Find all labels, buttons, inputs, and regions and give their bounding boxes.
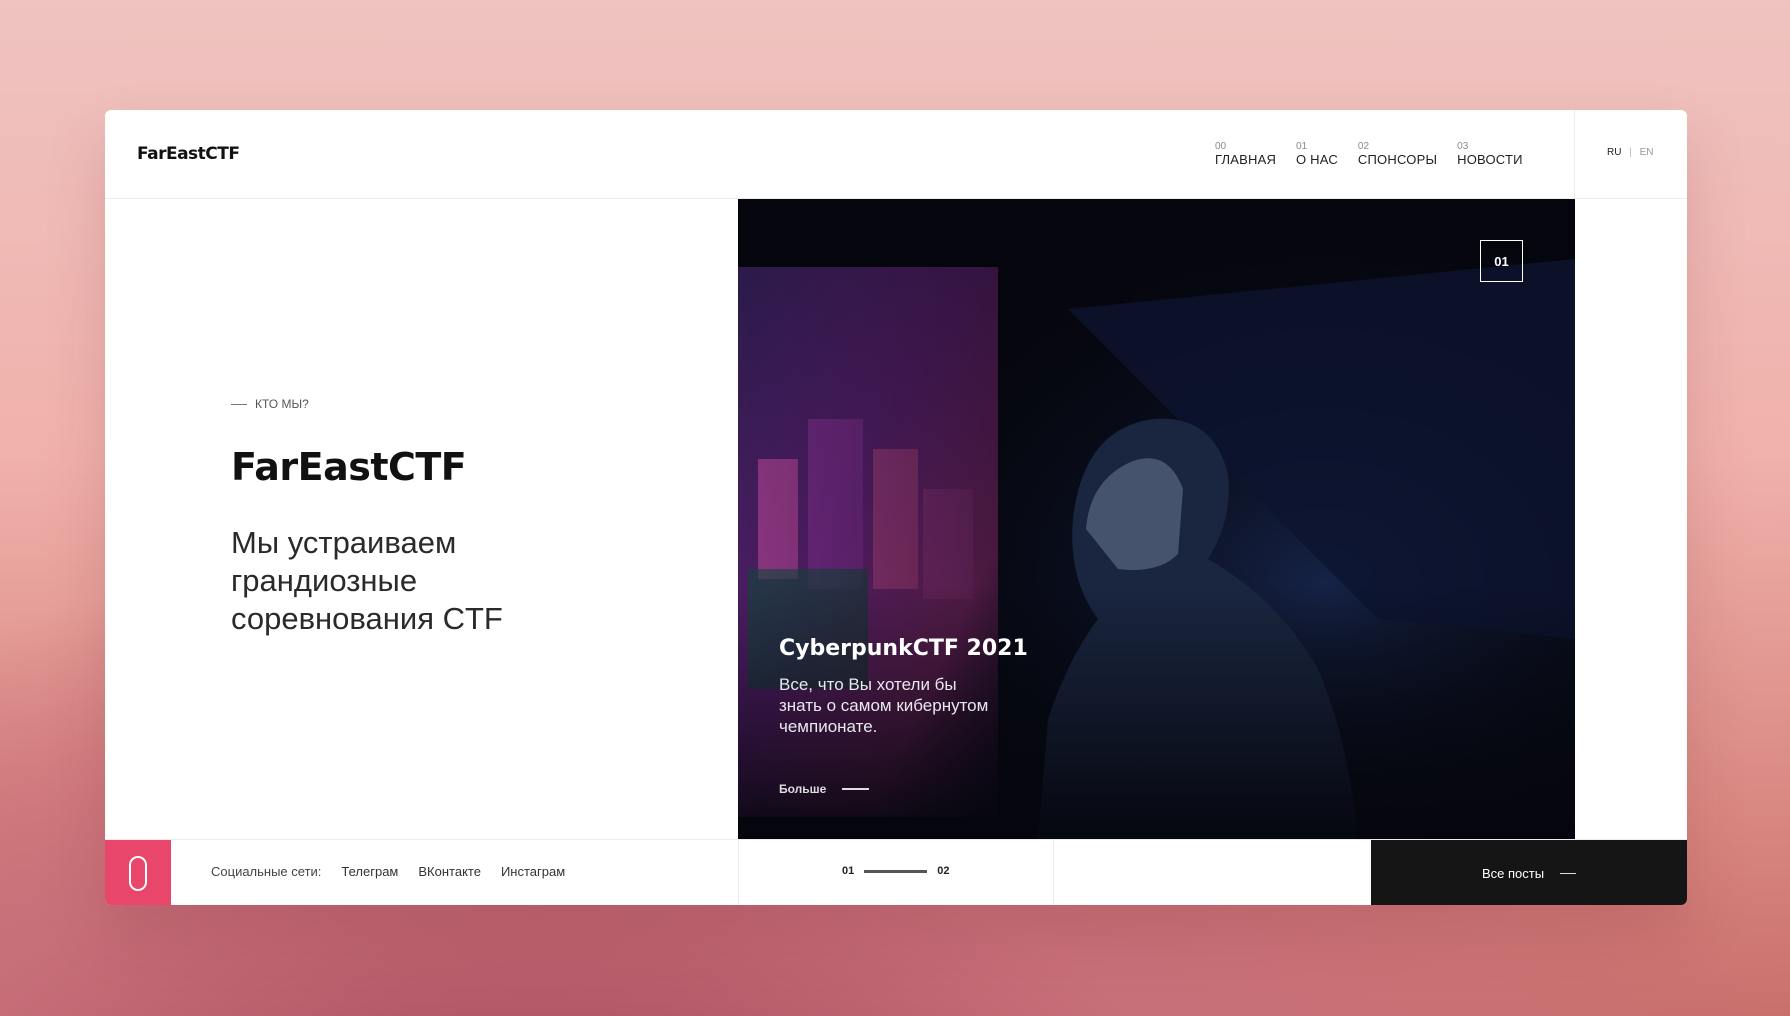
- hero-text: Мы устраиваем грандиозные соревнования C…: [231, 525, 503, 636]
- feature-card[interactable]: 01 CyberpunkCTF 2021 Все, что Вы хотели …: [738, 199, 1575, 839]
- all-posts-button[interactable]: Все посты: [1371, 840, 1687, 905]
- slide-number-badge: 01: [1480, 240, 1523, 282]
- nav-item-home[interactable]: 00 ГЛАВНАЯ: [1215, 141, 1277, 168]
- nav-item-label: СПОНСОРЫ: [1357, 152, 1438, 167]
- nav-item-news[interactable]: 03 НОВОСТИ: [1457, 141, 1523, 168]
- site-logo[interactable]: FarEastCTF: [137, 144, 240, 164]
- footer-divider: [1053, 840, 1054, 905]
- more-link-line: [842, 788, 870, 790]
- hero-title: FarEastCTF: [231, 445, 467, 489]
- nav-item-label: НОВОСТИ: [1457, 152, 1523, 167]
- social-link-vkontakte[interactable]: ВКонтакте: [418, 864, 481, 879]
- lang-ru[interactable]: RU: [1607, 147, 1621, 158]
- language-switcher: RU | EN: [1607, 147, 1654, 158]
- nav-item-label: О НАС: [1296, 152, 1338, 167]
- feature-description: Все, что Вы хотели бы знать о самом кибе…: [779, 675, 989, 736]
- pager-track[interactable]: [864, 869, 928, 873]
- nav-item-number: 00: [1215, 141, 1227, 152]
- hero-eyebrow: КТО МЫ?: [231, 397, 309, 411]
- pager-current: 01: [842, 865, 855, 877]
- eyebrow-dash: [231, 403, 247, 405]
- nav-item-number: 03: [1457, 141, 1469, 152]
- social-label: Социальные сети:: [211, 864, 322, 879]
- feature-title: CyberpunkCTF 2021: [779, 636, 1028, 661]
- main-nav: 00 ГЛАВНАЯ 01 О НАС 02 СПОНСОРЫ 03 НОВОС…: [1215, 141, 1523, 168]
- footer-divider: [738, 840, 739, 905]
- social-link-instagram[interactable]: Инстаграм: [501, 864, 565, 879]
- site-header: FarEastCTF 00 ГЛАВНАЯ 01 О НАС 02 СПОНСО…: [105, 110, 1687, 199]
- pager-total: 02: [937, 865, 950, 877]
- eyebrow-text: КТО МЫ?: [255, 397, 309, 411]
- more-link-label: Больше: [779, 782, 827, 796]
- app-window: FarEastCTF 00 ГЛАВНАЯ 01 О НАС 02 СПОНСО…: [105, 110, 1687, 905]
- feature-image: [738, 199, 1575, 839]
- social-links: Социальные сети: Телеграм ВКонтакте Инст…: [211, 864, 565, 879]
- nav-item-label: ГЛАВНАЯ: [1215, 152, 1277, 167]
- social-link-telegram[interactable]: Телеграм: [341, 864, 398, 879]
- nav-item-sponsors[interactable]: 02 СПОНСОРЫ: [1357, 141, 1438, 168]
- site-footer: Социальные сети: Телеграм ВКонтакте Инст…: [105, 839, 1687, 905]
- slide-pager[interactable]: 01 02: [842, 865, 950, 877]
- nav-item-number: 01: [1296, 141, 1308, 152]
- nav-item-number: 02: [1357, 141, 1370, 152]
- scroll-indicator[interactable]: [105, 840, 171, 905]
- nav-item-about[interactable]: 01 О НАС: [1296, 141, 1338, 168]
- more-link[interactable]: Больше: [779, 782, 870, 796]
- lang-en[interactable]: EN: [1640, 147, 1654, 158]
- mouse-icon: [129, 855, 147, 891]
- lang-separator: |: [1629, 147, 1632, 158]
- all-posts-label: Все посты: [1481, 865, 1545, 881]
- header-divider: [1574, 110, 1575, 199]
- all-posts-line: [1560, 872, 1577, 874]
